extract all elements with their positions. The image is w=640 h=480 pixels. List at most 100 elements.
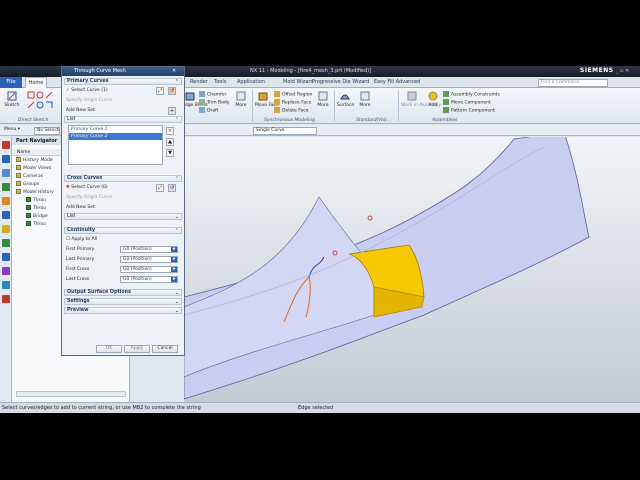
list-item[interactable]: Primary Curve 1	[69, 126, 162, 133]
section-continuity[interactable]: Continuity ⌃	[64, 227, 182, 234]
chamfer-icon	[199, 91, 205, 97]
first-cross-dropdown[interactable]: G0 (Position)	[120, 266, 178, 273]
list-item[interactable]: Primary Curve 2	[69, 133, 162, 140]
web-browser-icon[interactable]	[2, 211, 10, 219]
reverse-direction-icon[interactable]: ↺	[168, 87, 176, 95]
menu-button[interactable]: Menu ▾	[2, 127, 30, 135]
pattern-component-button[interactable]: Pattern Component	[443, 107, 495, 114]
ribbon-separator	[398, 90, 399, 122]
section-label: Settings	[67, 299, 90, 304]
replace-face-button[interactable]: Replace Face	[274, 99, 311, 106]
section-cross-curves[interactable]: Cross Curves ⌃	[64, 175, 182, 182]
apply-to-all-checkbox[interactable]: ☐ Apply to All	[66, 236, 97, 243]
nav-item-feature[interactable]: Throu	[26, 221, 46, 229]
more-button-1[interactable]: More	[234, 91, 248, 108]
roles-icon[interactable]	[2, 141, 10, 149]
tab-render[interactable]: Render	[190, 79, 208, 85]
roles-palette-icon[interactable]	[2, 281, 10, 289]
add-component-button[interactable]: Add	[427, 91, 439, 108]
ok-button[interactable]: OK	[96, 345, 122, 353]
navigator-scrollbar[interactable]	[16, 391, 126, 397]
graphics-window[interactable]	[184, 137, 640, 402]
section-preview[interactable]: Preview ⌄	[64, 307, 182, 314]
sketch-tools-icons[interactable]	[27, 91, 61, 111]
nav-item-model-history[interactable]: Model History	[16, 189, 54, 197]
checkbox-icon[interactable]	[26, 213, 31, 218]
history-icon[interactable]	[2, 225, 10, 233]
specify-origin-curve-1[interactable]: Specify Origin Curve	[66, 97, 112, 104]
history-mode-icon	[16, 157, 21, 162]
control-point[interactable]	[367, 215, 373, 221]
tab-progressive-die-wizard[interactable]: Progressive Die Wizard	[312, 79, 369, 85]
first-primary-dropdown[interactable]: G0 (Position)	[120, 246, 178, 253]
curve-rule-dropdown[interactable]: Single Curve	[253, 127, 317, 135]
work-in-assembly-button[interactable]: Work in Assembly	[401, 91, 441, 108]
section-primary-curves[interactable]: Primary Curves ⌃	[64, 78, 182, 85]
constraint-navigator-icon[interactable]	[2, 183, 10, 191]
nav-item-feature[interactable]: Throu	[26, 205, 46, 213]
checkbox-icon[interactable]	[26, 221, 31, 226]
nav-item-feature[interactable]: Throu	[26, 197, 46, 205]
surface-button[interactable]: Surface	[337, 91, 354, 108]
offset-region-button[interactable]: Offset Region	[274, 91, 312, 98]
remove-icon[interactable]: ✕	[166, 127, 174, 135]
surface-model[interactable]	[184, 137, 640, 402]
nav-item-feature[interactable]: Bridge	[26, 213, 48, 221]
primary-curve-list[interactable]: Primary Curve 1 Primary Curve 2	[68, 125, 163, 165]
select-curve-0-row[interactable]: ✱ Select Curve (0)	[66, 184, 108, 191]
part-navigator-icon[interactable]	[2, 155, 10, 163]
assembly-constraints-button[interactable]: Assembly Constraints	[443, 91, 500, 98]
last-primary-dropdown[interactable]: G0 (Position)	[120, 256, 178, 263]
move-face-button[interactable]: Move Face	[255, 91, 279, 108]
manufacturing-wizard-icon[interactable]	[2, 267, 10, 275]
tab-application[interactable]: Application	[237, 79, 265, 85]
move-component-button[interactable]: Move Component	[443, 99, 491, 106]
command-search-input[interactable]: Find a Command	[538, 79, 608, 87]
file-tab[interactable]: File	[0, 77, 22, 88]
chamfer-button[interactable]: Chamfer	[199, 91, 226, 98]
nav-item-cameras[interactable]: Cameras	[16, 173, 43, 181]
checkbox-icon[interactable]	[26, 197, 31, 202]
more-button-3[interactable]: More	[358, 91, 372, 108]
section-output-surface-options[interactable]: Output Surface Options ⌄	[64, 289, 182, 296]
list-header-2[interactable]: List ⌄	[64, 213, 182, 220]
reverse-direction-icon[interactable]: ↺	[168, 184, 176, 192]
checkbox-icon[interactable]	[26, 205, 31, 210]
dialog-close-icon[interactable]: ✕	[172, 68, 176, 74]
assembly-navigator-icon[interactable]	[2, 169, 10, 177]
tab-tools[interactable]: Tools	[214, 79, 226, 85]
curve-select-icon[interactable]: ⤢	[156, 87, 164, 95]
home-tab[interactable]: Home	[25, 77, 47, 88]
curve-select-icon[interactable]: ⤢	[156, 184, 164, 192]
draft-button[interactable]: Draft	[199, 107, 218, 114]
last-cross-dropdown[interactable]: G0 (Position)	[120, 276, 178, 283]
delete-face-button[interactable]: Delete Face	[274, 107, 308, 114]
trim-body-button[interactable]: Trim Body	[199, 99, 229, 106]
specify-origin-curve-2[interactable]: Specify Origin Curve	[66, 194, 112, 201]
cancel-button[interactable]: Cancel	[152, 345, 178, 353]
nav-item-history-mode[interactable]: History Mode	[16, 157, 53, 165]
system-materials-icon[interactable]	[2, 239, 10, 247]
process-studio-icon[interactable]	[2, 253, 10, 261]
section-settings[interactable]: Settings ⌄	[64, 298, 182, 305]
nav-item-model-views[interactable]: Model Views	[16, 165, 51, 173]
select-curve-1-label: Select Curve (1)	[71, 88, 108, 93]
reuse-library-icon[interactable]	[2, 197, 10, 205]
tab-mold-wizard[interactable]: Mold Wizard	[283, 79, 314, 85]
add-new-set-icon[interactable]: +	[168, 107, 176, 115]
system-scenes-icon[interactable]	[2, 295, 10, 303]
window-controls[interactable]: _ ▫ ✕	[616, 68, 629, 74]
add-new-set-1[interactable]: Add New Set	[66, 107, 95, 114]
list-header-1[interactable]: List ⌃	[64, 116, 182, 123]
move-up-icon[interactable]: ▲	[166, 138, 174, 146]
select-curve-1-row[interactable]: ✓ Select Curve (1)	[66, 87, 108, 94]
apply-button[interactable]: Apply	[124, 345, 150, 353]
add-new-set-2[interactable]: Add New Set	[66, 204, 95, 211]
tab-easy-fill-advanced[interactable]: Easy Fill Advanced	[374, 79, 420, 85]
move-down-icon[interactable]: ▼	[166, 149, 174, 157]
nav-item-groups[interactable]: Groups	[16, 181, 39, 189]
nav-item-label: Model Views	[23, 166, 52, 171]
sketch-button[interactable]: Sketch	[4, 91, 20, 108]
more-button-2[interactable]: More	[316, 91, 330, 108]
type-filter-dropdown[interactable]: No Selecti	[34, 127, 60, 135]
